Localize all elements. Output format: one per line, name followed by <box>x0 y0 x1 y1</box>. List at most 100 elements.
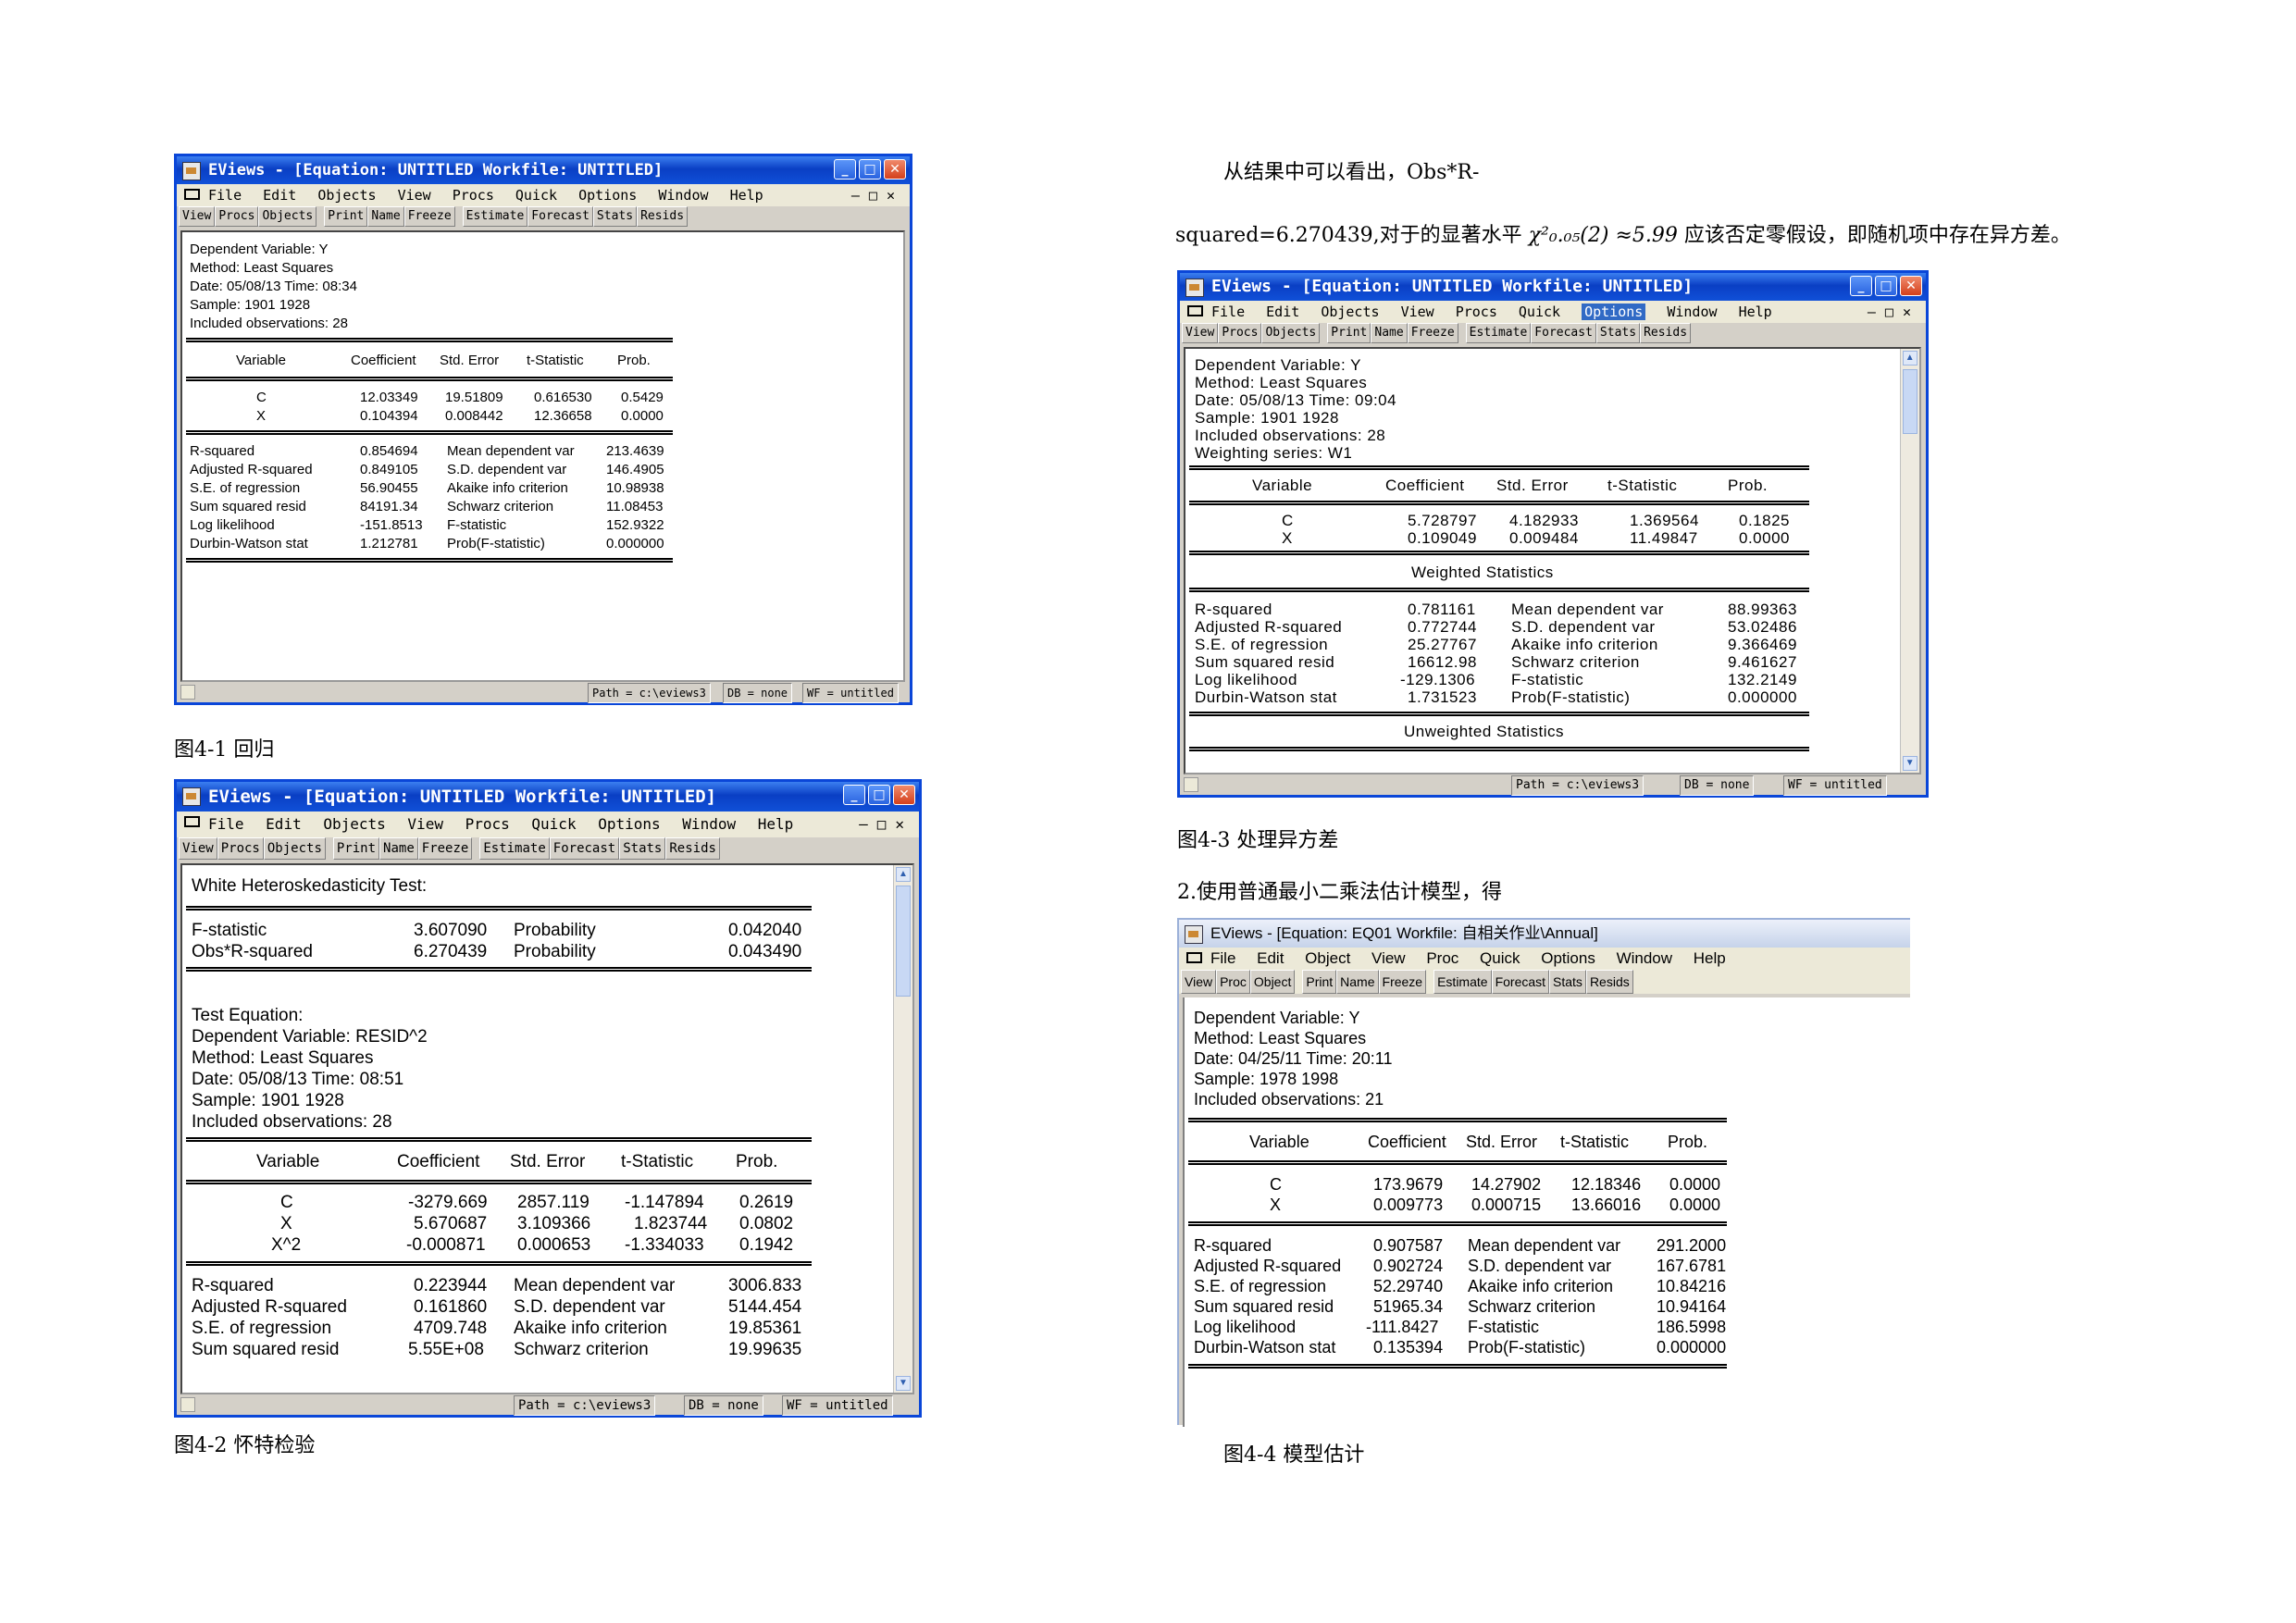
mdi-controls[interactable]: –□✕ <box>851 184 904 206</box>
scroll-stub[interactable] <box>180 1397 195 1412</box>
toolbar-print-button[interactable]: Print <box>1327 323 1371 343</box>
vertical-scrollbar[interactable]: ▲ ▼ <box>893 865 912 1393</box>
toolbar-resids-button[interactable]: Resids <box>665 837 720 860</box>
toolbar-resids-button[interactable]: Resids <box>1585 970 1633 994</box>
menu-quick[interactable]: Quick <box>1519 304 1560 320</box>
toolbar-objects-button[interactable]: Objects <box>263 837 326 860</box>
close-button[interactable]: ✕ <box>893 785 915 805</box>
menu-window[interactable]: Window <box>1667 304 1717 320</box>
close-button[interactable]: ✕ <box>884 159 906 180</box>
menu-help[interactable]: Help <box>758 815 794 833</box>
vertical-scrollbar[interactable]: ▲ ▼ <box>1900 349 1919 773</box>
window-title-bar[interactable]: EViews - [Equation: UNTITLED Workfile: U… <box>177 782 919 812</box>
toolbar-proc-button[interactable]: Proc <box>1216 970 1250 994</box>
toolbar-name-button[interactable]: Name <box>379 837 418 860</box>
toolbar-estimate-button[interactable]: Estimate <box>1465 323 1532 343</box>
toolbar-procs-button[interactable]: Procs <box>1218 323 1262 343</box>
menu-procs[interactable]: Procs <box>465 815 510 833</box>
minimize-button[interactable]: _ <box>834 159 856 180</box>
menu-edit[interactable]: Edit <box>1257 949 1284 967</box>
toolbar-view-button[interactable]: View <box>179 837 217 860</box>
menu-help[interactable]: Help <box>1739 304 1772 320</box>
menu-help[interactable]: Help <box>730 187 763 204</box>
scroll-down-arrow[interactable]: ▼ <box>1903 756 1917 771</box>
window-title-bar[interactable]: EViews - [Equation: UNTITLED Workfile: U… <box>1180 273 1926 301</box>
menu-options[interactable]: Options <box>598 815 660 833</box>
menu-quick[interactable]: Quick <box>515 187 557 204</box>
toolbar-name-button[interactable]: Name <box>367 206 404 227</box>
toolbar-procs-button[interactable]: Procs <box>217 837 264 860</box>
scroll-stub[interactable] <box>180 685 195 700</box>
menu-procs[interactable]: Procs <box>453 187 494 204</box>
window-title-bar[interactable]: EViews - [Equation: UNTITLED Workfile: U… <box>177 156 910 184</box>
toolbar-forecast-button[interactable]: Forecast <box>527 206 593 227</box>
menu-procs[interactable]: Procs <box>1456 304 1497 320</box>
scroll-up-arrow[interactable]: ▲ <box>896 867 911 882</box>
toolbar-name-button[interactable]: Name <box>1371 323 1408 343</box>
toolbar-resids-button[interactable]: Resids <box>1640 323 1692 343</box>
toolbar-stats-button[interactable]: Stats <box>1549 970 1586 994</box>
toolbar-forecast-button[interactable]: Forecast <box>549 837 620 860</box>
maximize-button[interactable]: □ <box>859 159 881 180</box>
menu-file[interactable]: File <box>1211 304 1245 320</box>
close-button[interactable]: ✕ <box>1900 276 1922 296</box>
toolbar-freeze-button[interactable]: Freeze <box>1407 323 1458 343</box>
toolbar-estimate-button[interactable]: Estimate <box>479 837 550 860</box>
toolbar-view-button[interactable]: View <box>1181 970 1217 994</box>
menu-proc[interactable]: Proc <box>1426 949 1458 967</box>
menu-file[interactable]: File <box>1210 949 1235 967</box>
toolbar-view-button[interactable]: View <box>1182 323 1219 343</box>
menu-options[interactable]: Options <box>1541 949 1595 967</box>
menu-window[interactable]: Window <box>1617 949 1672 967</box>
toolbar-forecast-button[interactable]: Forecast <box>1491 970 1550 994</box>
menu-objects[interactable]: Objects <box>317 187 376 204</box>
toolbar-freeze-button[interactable]: Freeze <box>1378 970 1427 994</box>
menu-edit[interactable]: Edit <box>263 187 296 204</box>
mdi-controls[interactable]: –□✕ <box>1868 301 1920 323</box>
toolbar-stats-button[interactable]: Stats <box>592 206 638 227</box>
toolbar-estimate-button[interactable]: Estimate <box>462 206 528 227</box>
scroll-thumb[interactable] <box>1903 369 1917 434</box>
menu-edit[interactable]: Edit <box>1266 304 1299 320</box>
toolbar-objects-button[interactable]: Objects <box>1261 323 1321 343</box>
menu-file[interactable]: File <box>208 815 244 833</box>
toolbar-object-button[interactable]: Object <box>1249 970 1296 994</box>
menu-help[interactable]: Help <box>1694 949 1726 967</box>
menu-window[interactable]: Window <box>658 187 708 204</box>
toolbar-print-button[interactable]: Print <box>332 837 380 860</box>
scroll-up-arrow[interactable]: ▲ <box>1903 351 1917 365</box>
minimize-button[interactable]: _ <box>843 785 865 805</box>
toolbar-stats-button[interactable]: Stats <box>619 837 666 860</box>
menu-file[interactable]: File <box>208 187 242 204</box>
toolbar-estimate-button[interactable]: Estimate <box>1433 970 1492 994</box>
maximize-button[interactable]: □ <box>1875 276 1897 296</box>
menu-options[interactable]: Options <box>578 187 637 204</box>
toolbar-freeze-button[interactable]: Freeze <box>417 837 473 860</box>
window-title-bar[interactable]: EViews - [Equation: EQ01 Workfile: 自相关作业… <box>1179 920 1910 948</box>
scroll-stub[interactable] <box>1184 777 1198 792</box>
toolbar-forecast-button[interactable]: Forecast <box>1531 323 1596 343</box>
menu-view[interactable]: View <box>398 187 431 204</box>
menu-view[interactable]: View <box>407 815 443 833</box>
toolbar-print-button[interactable]: Print <box>324 206 368 227</box>
scroll-thumb[interactable] <box>896 886 911 997</box>
menu-edit[interactable]: Edit <box>266 815 302 833</box>
toolbar-print-button[interactable]: Print <box>1302 970 1337 994</box>
menu-objects[interactable]: Objects <box>1321 304 1379 320</box>
scroll-down-arrow[interactable]: ▼ <box>896 1376 911 1391</box>
minimize-button[interactable]: _ <box>1850 276 1872 296</box>
toolbar-freeze-button[interactable]: Freeze <box>403 206 455 227</box>
toolbar-stats-button[interactable]: Stats <box>1595 323 1641 343</box>
toolbar-resids-button[interactable]: Resids <box>637 206 689 227</box>
menu-view[interactable]: View <box>1401 304 1434 320</box>
menu-object[interactable]: Object <box>1305 949 1350 967</box>
menu-quick[interactable]: Quick <box>531 815 576 833</box>
menu-window[interactable]: Window <box>682 815 736 833</box>
toolbar-view-button[interactable]: View <box>179 206 216 227</box>
menu-options[interactable]: Options <box>1582 304 1646 320</box>
toolbar-objects-button[interactable]: Objects <box>258 206 317 227</box>
toolbar-name-button[interactable]: Name <box>1336 970 1379 994</box>
menu-view[interactable]: View <box>1371 949 1406 967</box>
maximize-button[interactable]: □ <box>868 785 890 805</box>
toolbar-procs-button[interactable]: Procs <box>215 206 259 227</box>
